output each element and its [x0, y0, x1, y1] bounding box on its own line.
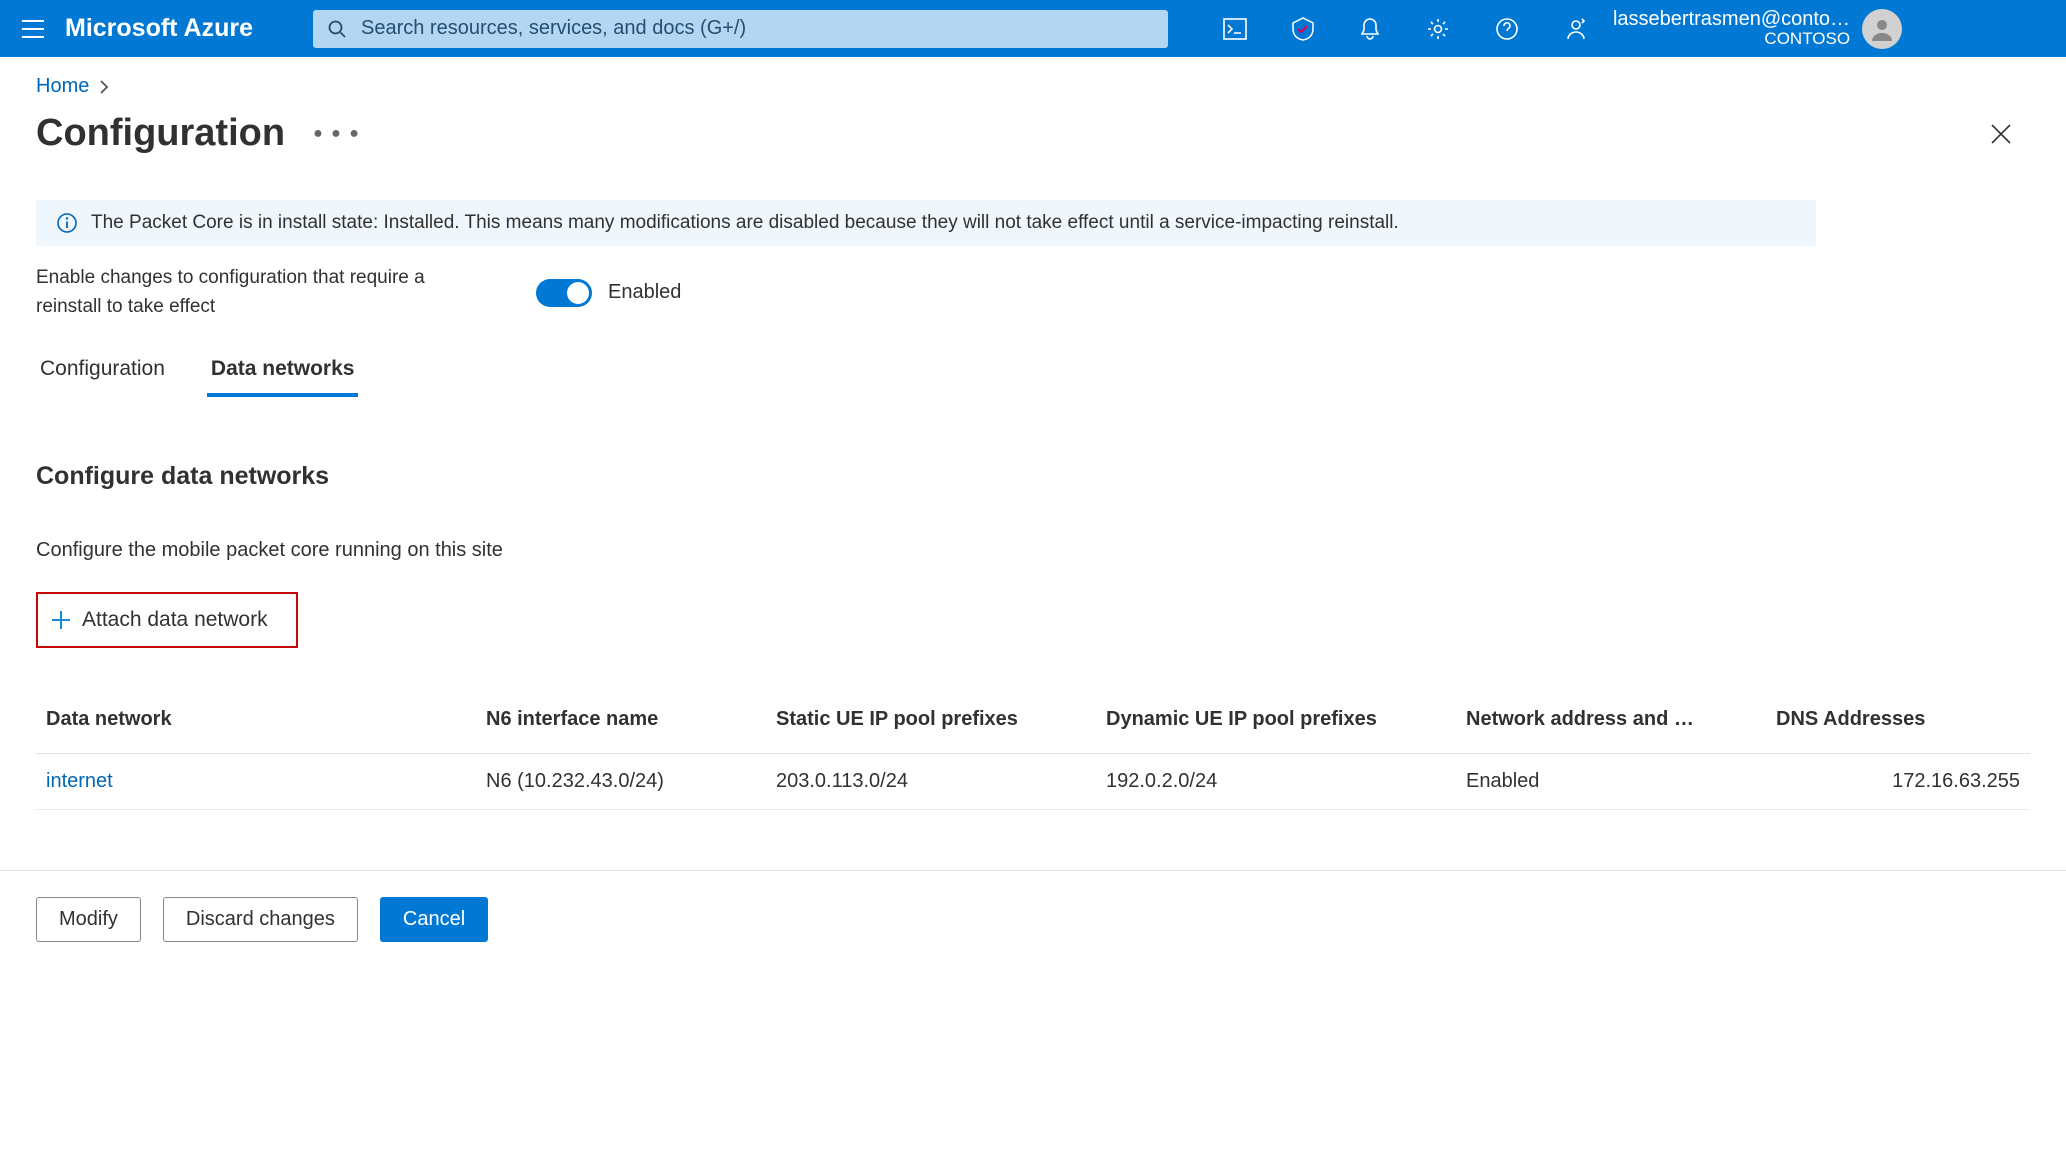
attach-highlight-box: Attach data network: [36, 592, 298, 648]
cell-dynamic-ue: 192.0.2.0/24: [1096, 754, 1456, 810]
user-tenant: CONTOSO: [1613, 30, 1850, 49]
user-text: lassebertrasmen@conto… CONTOSO: [1613, 8, 1850, 49]
table-row[interactable]: internet N6 (10.232.43.0/24) 203.0.113.0…: [36, 754, 2030, 810]
more-actions-button[interactable]: ● ● ●: [313, 125, 361, 143]
hamburger-menu-button[interactable]: [0, 20, 65, 38]
info-banner: The Packet Core is in install state: Ins…: [36, 200, 1816, 246]
feedback-icon: [1564, 17, 1588, 41]
cell-n6: N6 (10.232.43.0/24): [476, 754, 766, 810]
tab-data-networks[interactable]: Data networks: [207, 349, 359, 397]
data-network-link[interactable]: internet: [46, 770, 113, 792]
chevron-right-icon: [99, 80, 109, 94]
search-input[interactable]: [361, 17, 1153, 40]
help-button[interactable]: [1495, 17, 1519, 41]
close-button[interactable]: [1982, 115, 2020, 153]
attach-button-label: Attach data network: [82, 608, 268, 632]
settings-button[interactable]: [1426, 17, 1450, 41]
modify-button[interactable]: Modify: [36, 897, 141, 942]
col-static-ue[interactable]: Static UE IP pool prefixes: [766, 696, 1096, 754]
discard-changes-button[interactable]: Discard changes: [163, 897, 358, 942]
enable-changes-row: Enable changes to configuration that req…: [36, 264, 2030, 321]
search-icon: [328, 20, 346, 38]
section-title: Configure data networks: [36, 462, 2030, 491]
cloud-shell-button[interactable]: [1223, 18, 1247, 40]
content-area: Home Configuration ● ● ● The Packet Core…: [0, 57, 2066, 810]
info-banner-text: The Packet Core is in install state: Ins…: [91, 212, 1399, 234]
notifications-button[interactable]: [1359, 17, 1381, 41]
info-icon: [57, 213, 77, 233]
table-header-row: Data network N6 interface name Static UE…: [36, 696, 2030, 754]
bell-icon: [1359, 17, 1381, 41]
cell-napt: Enabled: [1456, 754, 1766, 810]
plus-icon: [50, 609, 72, 631]
help-icon: [1495, 17, 1519, 41]
user-email: lassebertrasmen@conto…: [1613, 8, 1850, 30]
close-icon: [1990, 123, 2012, 145]
enable-changes-toggle[interactable]: [536, 279, 592, 307]
global-search[interactable]: [313, 10, 1168, 48]
footer-action-bar: Modify Discard changes Cancel: [0, 870, 2066, 968]
col-dynamic-ue[interactable]: Dynamic UE IP pool prefixes: [1096, 696, 1456, 754]
directory-filter-button[interactable]: [1292, 17, 1314, 41]
avatar-icon: [1868, 15, 1896, 43]
data-networks-table: Data network N6 interface name Static UE…: [36, 696, 2030, 810]
user-account-button[interactable]: lassebertrasmen@conto… CONTOSO: [1613, 8, 1902, 49]
brand-name[interactable]: Microsoft Azure: [65, 14, 253, 43]
toggle-state-label: Enabled: [608, 281, 681, 304]
feedback-button[interactable]: [1564, 17, 1588, 41]
col-dns[interactable]: DNS Addresses: [1766, 696, 2030, 754]
title-row: Configuration ● ● ●: [36, 112, 2030, 155]
avatar: [1862, 9, 1902, 49]
col-n6-interface[interactable]: N6 interface name: [476, 696, 766, 754]
section-description: Configure the mobile packet core running…: [36, 539, 2030, 562]
page-title: Configuration: [36, 112, 285, 155]
breadcrumb-home[interactable]: Home: [36, 75, 89, 98]
hamburger-icon: [22, 20, 44, 38]
breadcrumb: Home: [36, 75, 2030, 98]
tab-configuration[interactable]: Configuration: [36, 349, 169, 397]
cell-dns: 172.16.63.255: [1766, 754, 2030, 810]
enable-changes-label: Enable changes to configuration that req…: [36, 264, 436, 321]
col-napt[interactable]: Network address and …: [1456, 696, 1766, 754]
cell-static-ue: 203.0.113.0/24: [766, 754, 1096, 810]
gear-icon: [1426, 17, 1450, 41]
cancel-button[interactable]: Cancel: [380, 897, 488, 942]
cloud-shell-icon: [1223, 18, 1247, 40]
attach-data-network-button[interactable]: Attach data network: [46, 602, 272, 638]
col-data-network[interactable]: Data network: [36, 696, 476, 754]
filter-icon: [1292, 17, 1314, 41]
tabs: Configuration Data networks: [36, 349, 2030, 397]
top-header: Microsoft Azure lassebertrasmen@conto… C…: [0, 0, 2066, 57]
toggle-knob: [567, 282, 589, 304]
header-icons: [1223, 17, 1588, 41]
